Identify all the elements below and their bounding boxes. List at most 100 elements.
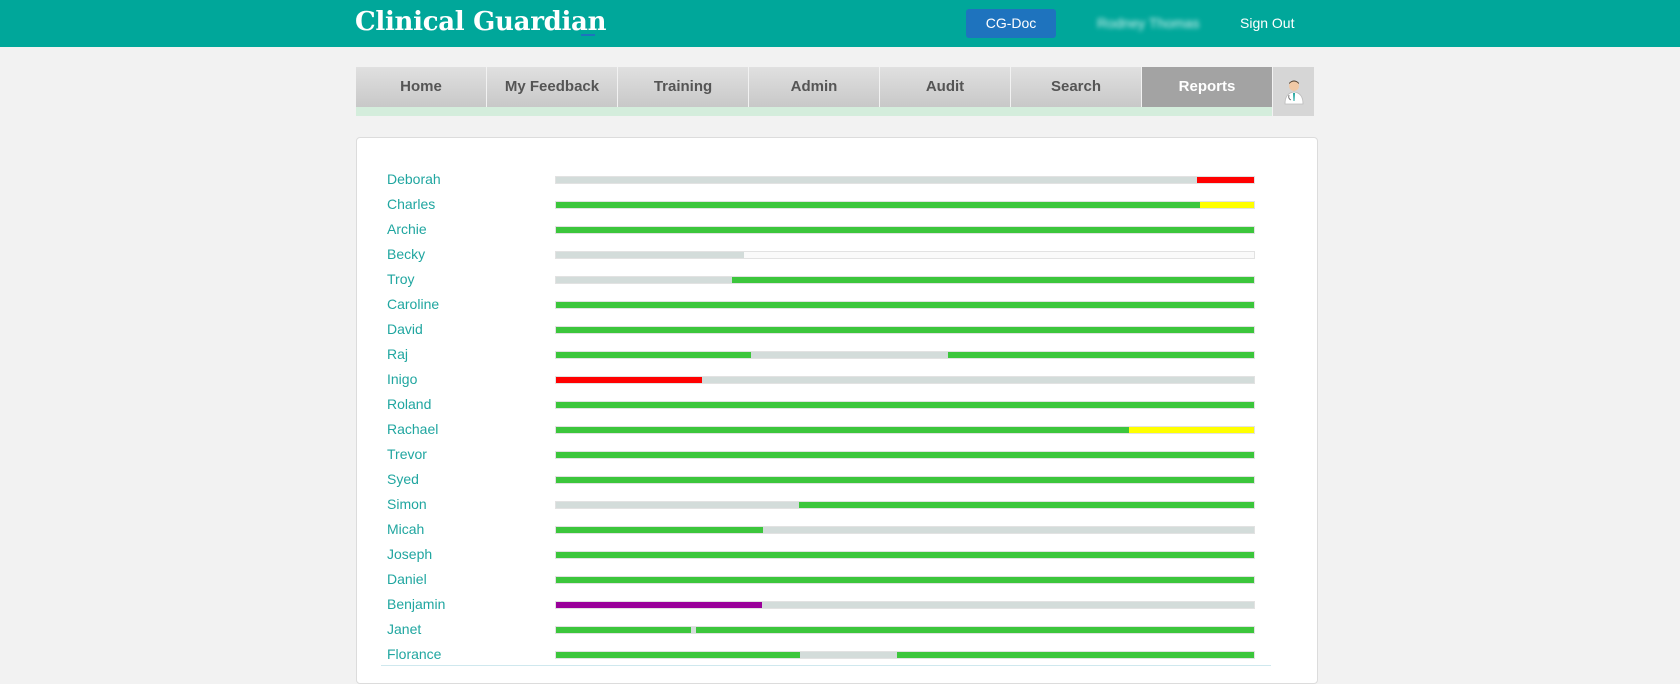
doctor-avatar-icon: [1284, 80, 1303, 104]
report-panel: Deborah Charles Archie Becky Troy Caroline Dav…: [356, 137, 1318, 684]
report-row: Syed: [387, 471, 1287, 496]
progress-segment-green: [556, 227, 1254, 233]
staff-name-link[interactable]: Micah: [387, 521, 424, 537]
progress-segment-red: [556, 377, 702, 383]
progress-segment-green: [556, 352, 752, 358]
staff-name-link[interactable]: Rachael: [387, 421, 438, 437]
staff-name-link[interactable]: Archie: [387, 221, 427, 237]
brand-logo-text[interactable]: Clinical Guardian: [355, 7, 607, 37]
report-row: Inigo: [387, 371, 1287, 396]
staff-name-link[interactable]: Daniel: [387, 571, 427, 587]
progress-bar: [555, 551, 1255, 559]
report-row: Troy: [387, 271, 1287, 296]
progress-segment-empty: [744, 252, 1254, 258]
progress-bar: [555, 426, 1255, 434]
progress-segment-yellow: [1129, 427, 1254, 433]
progress-bar: [555, 326, 1255, 334]
report-row: David: [387, 321, 1287, 346]
staff-name-link[interactable]: Becky: [387, 246, 425, 262]
cg-doc-button[interactable]: CG-Doc: [966, 9, 1056, 38]
progress-bar: [555, 651, 1255, 659]
progress-segment-yellow: [1200, 202, 1254, 208]
progress-segment-green: [948, 352, 1254, 358]
report-row: Florance: [387, 646, 1287, 671]
sign-out-link[interactable]: Sign Out: [1240, 15, 1294, 31]
progress-segment-green: [556, 527, 764, 533]
progress-bar: [555, 576, 1255, 584]
user-name: Rodney Thomas: [1097, 15, 1200, 31]
report-row: Roland: [387, 396, 1287, 421]
staff-name-link[interactable]: Simon: [387, 496, 427, 512]
tab-search[interactable]: Search: [1011, 67, 1141, 107]
progress-segment-grey: [761, 602, 1254, 608]
progress-segment-green: [556, 477, 1254, 483]
staff-name-link[interactable]: Caroline: [387, 296, 439, 312]
progress-segment-green: [556, 627, 691, 633]
progress-segment-green: [556, 202, 1201, 208]
brand-underline: [581, 34, 595, 36]
progress-bar: [555, 176, 1255, 184]
progress-segment-green: [556, 427, 1130, 433]
staff-name-link[interactable]: Benjamin: [387, 596, 445, 612]
progress-bar: [555, 526, 1255, 534]
progress-segment-grey: [556, 252, 745, 258]
staff-name-link[interactable]: Florance: [387, 646, 441, 662]
progress-bar: [555, 401, 1255, 409]
tab-admin[interactable]: Admin: [749, 67, 879, 107]
progress-bar: [555, 501, 1255, 509]
progress-bar: [555, 476, 1255, 484]
progress-segment-grey: [751, 352, 949, 358]
progress-bar: [555, 226, 1255, 234]
staff-name-link[interactable]: Troy: [387, 271, 414, 287]
report-row: Rachael: [387, 421, 1287, 446]
progress-segment-green: [556, 402, 1254, 408]
progress-segment-green: [798, 502, 1254, 508]
progress-bar: [555, 601, 1255, 609]
tab-reports[interactable]: Reports: [1142, 67, 1272, 107]
report-row: Daniel: [387, 571, 1287, 596]
progress-bar: [555, 351, 1255, 359]
report-row: Deborah: [387, 171, 1287, 196]
report-row: Simon: [387, 496, 1287, 521]
progress-bar: [555, 201, 1255, 209]
tab-home[interactable]: Home: [356, 67, 486, 107]
progress-segment-grey: [556, 277, 732, 283]
progress-segment-green: [556, 652, 801, 658]
staff-name-link[interactable]: Trevor: [387, 446, 427, 462]
report-row: Janet: [387, 621, 1287, 646]
progress-segment-red: [1196, 177, 1254, 183]
staff-name-link[interactable]: Raj: [387, 346, 408, 362]
nav-underline-strip: [356, 107, 1272, 116]
staff-name-link[interactable]: Janet: [387, 621, 421, 637]
staff-name-link[interactable]: Joseph: [387, 546, 432, 562]
staff-name-link[interactable]: Inigo: [387, 371, 417, 387]
report-row: Trevor: [387, 446, 1287, 471]
tab-my-feedback[interactable]: My Feedback: [487, 67, 617, 107]
tab-training[interactable]: Training: [618, 67, 748, 107]
report-row: Archie: [387, 221, 1287, 246]
report-row: Caroline: [387, 296, 1287, 321]
progress-segment-green: [556, 552, 1254, 558]
staff-name-link[interactable]: David: [387, 321, 423, 337]
main-nav: Home My Feedback Training Admin Audit Se…: [356, 67, 1272, 116]
staff-name-link[interactable]: Charles: [387, 196, 435, 212]
staff-name-link[interactable]: Roland: [387, 396, 431, 412]
report-row: Raj: [387, 346, 1287, 371]
panel-divider: [381, 665, 1271, 666]
tab-audit[interactable]: Audit: [880, 67, 1010, 107]
report-row: Becky: [387, 246, 1287, 271]
report-row: Benjamin: [387, 596, 1287, 621]
report-row: Joseph: [387, 546, 1287, 571]
progress-bar: [555, 251, 1255, 259]
progress-segment-grey: [763, 527, 1254, 533]
progress-segment-purple: [556, 602, 762, 608]
progress-segment-green: [696, 627, 1254, 633]
user-avatar-button[interactable]: [1273, 67, 1314, 116]
progress-segment-green: [556, 452, 1254, 458]
progress-segment-green: [556, 577, 1254, 583]
staff-name-link[interactable]: Deborah: [387, 171, 441, 187]
progress-segment-grey: [800, 652, 897, 658]
staff-name-link[interactable]: Syed: [387, 471, 419, 487]
progress-segment-grey: [701, 377, 1254, 383]
progress-segment-grey: [556, 502, 799, 508]
